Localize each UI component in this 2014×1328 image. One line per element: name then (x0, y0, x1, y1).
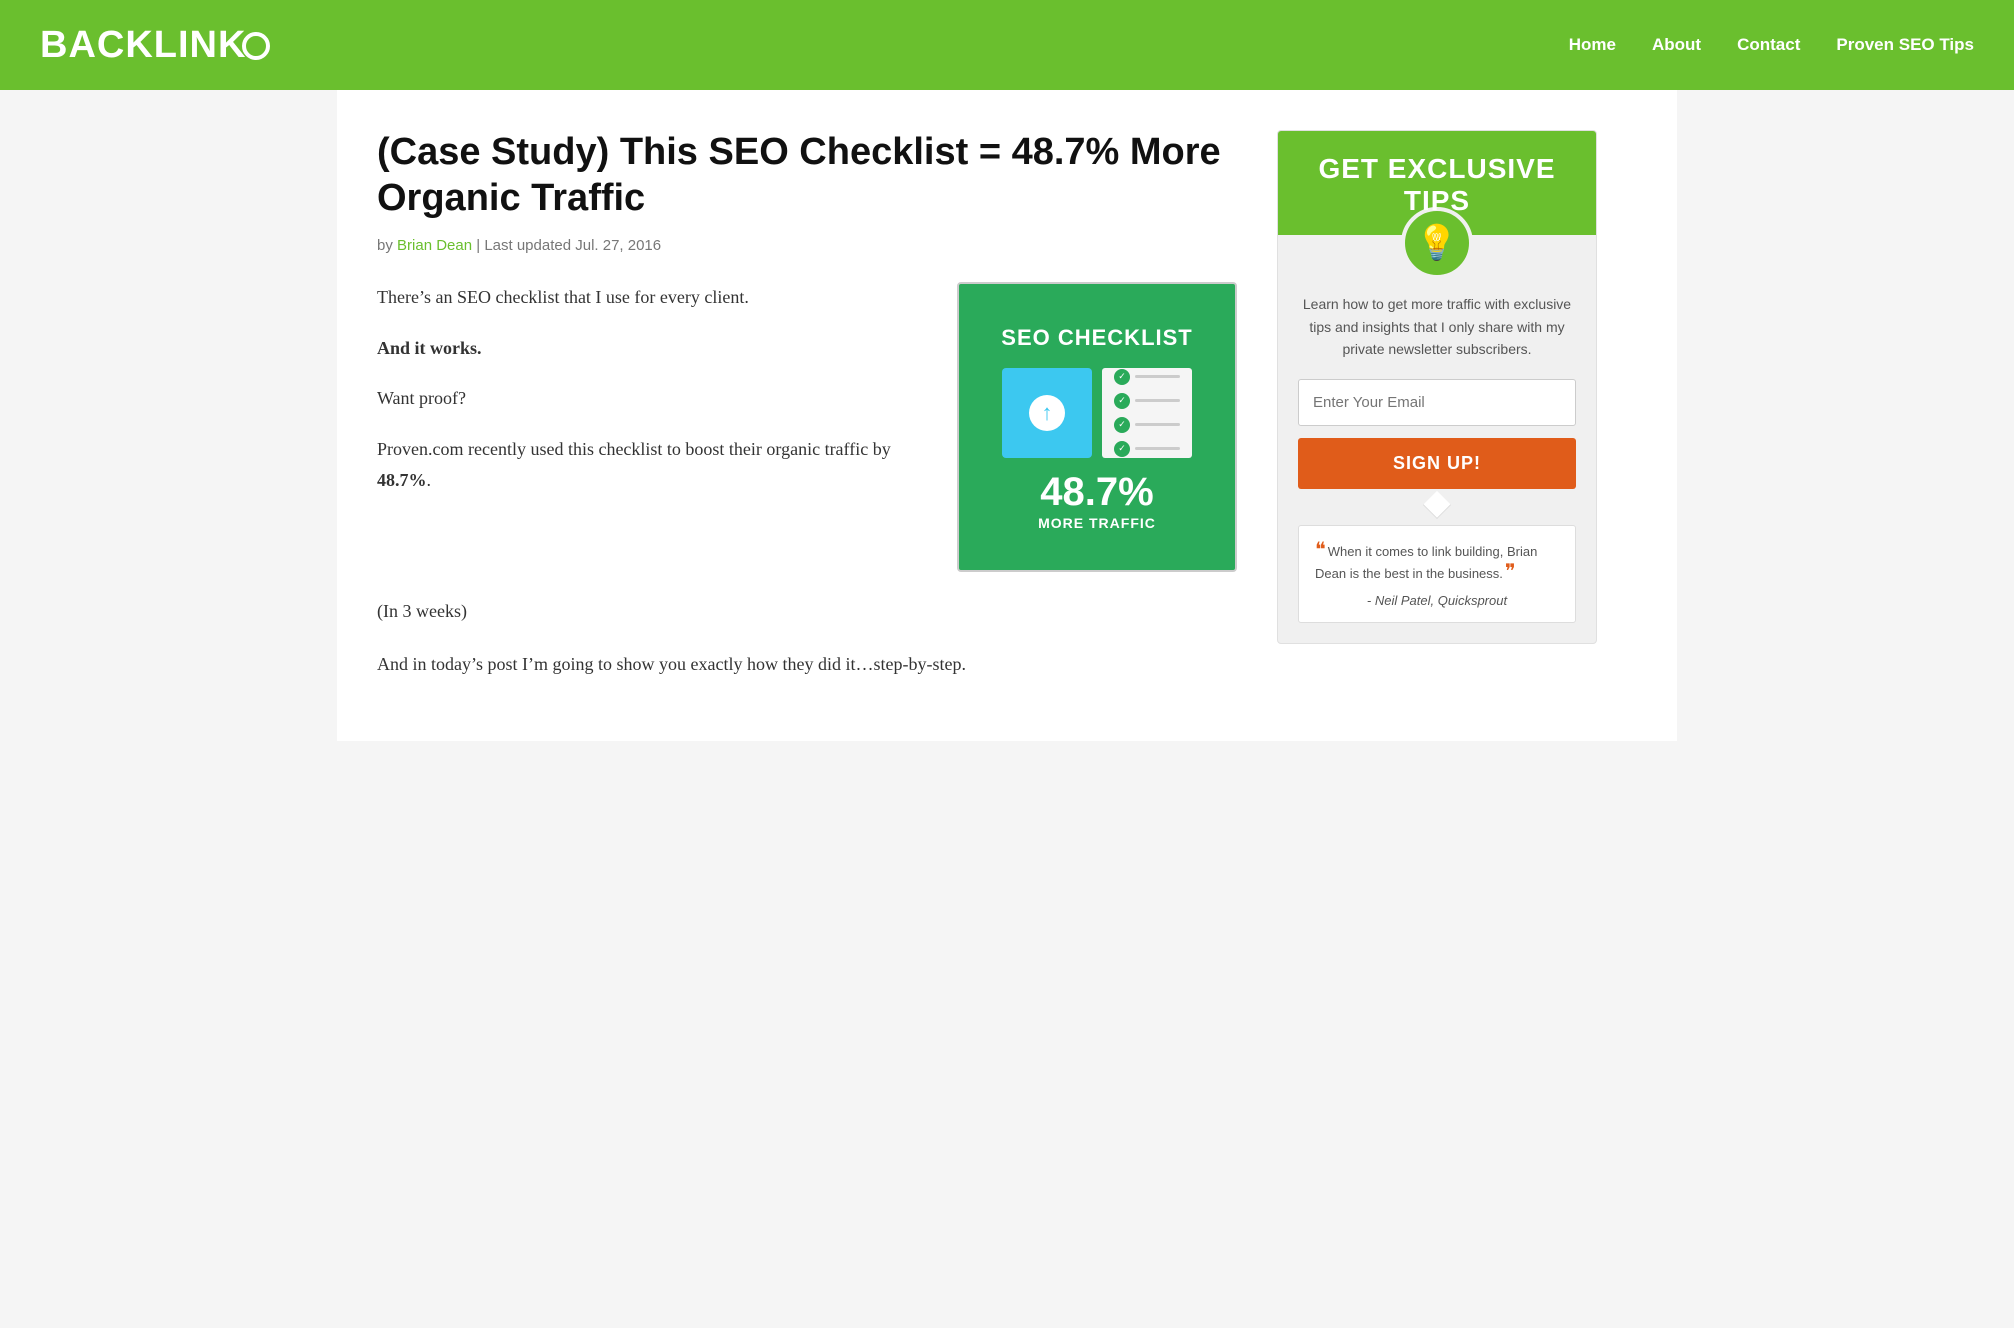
article-main: (Case Study) This SEO Checklist = 48.7% … (377, 130, 1237, 701)
nav-home[interactable]: Home (1569, 35, 1616, 55)
upload-box: ↑ (1002, 368, 1092, 458)
sidebar-widget: GET EXCLUSIVE TIPS 💡 Learn how to get mo… (1277, 130, 1597, 644)
article-intro-text: There’s an SEO checklist that I use for … (377, 282, 927, 515)
article-bold1: And it works. (377, 333, 927, 364)
main-nav: Home About Contact Proven SEO Tips (1569, 35, 1974, 55)
para3-prefix: Proven.com recently used this checklist … (377, 439, 891, 459)
testimonial-text: ❝When it comes to link building, Brian D… (1315, 540, 1559, 586)
bulb-icon: 💡 (1416, 223, 1458, 263)
meta-separator: | (476, 237, 480, 254)
logo-o-ring (242, 32, 270, 60)
site-header: BACKLINK Home About Contact Proven SEO T… (0, 0, 2014, 90)
checklist-line-1: ✓ (1114, 369, 1180, 385)
sidebar: GET EXCLUSIVE TIPS 💡 Learn how to get mo… (1277, 130, 1597, 701)
check-circle-icon: ✓ (1114, 369, 1130, 385)
email-input[interactable] (1298, 379, 1576, 426)
line-bar (1135, 423, 1180, 426)
widget-body: 💡 Learn how to get more traffic with exc… (1278, 207, 1596, 643)
para3-suffix: . (427, 470, 432, 490)
checklist-graphic: ↑ ✓ ✓ ✓ (1002, 368, 1192, 458)
widget-description: Learn how to get more traffic with exclu… (1298, 293, 1576, 360)
upload-arrow-icon: ↑ (1029, 395, 1065, 431)
article-title: (Case Study) This SEO Checklist = 48.7% … (377, 130, 1237, 221)
testimonial-box: ❝When it comes to link building, Brian D… (1298, 525, 1576, 624)
testimonial-tail (1423, 490, 1451, 518)
checklist-line-3: ✓ (1114, 417, 1180, 433)
article-para1: There’s an SEO checklist that I use for … (377, 282, 927, 313)
article-meta: by Brian Dean | Last updated Jul. 27, 20… (377, 237, 1237, 254)
check-circle-icon: ✓ (1114, 393, 1130, 409)
line-bar (1135, 375, 1180, 378)
check-circle-icon: ✓ (1114, 441, 1130, 457)
article-body: There’s an SEO checklist that I use for … (377, 282, 1237, 679)
line-bar (1135, 447, 1180, 450)
nav-proven-seo[interactable]: Proven SEO Tips (1836, 35, 1974, 55)
meta-by: by (377, 237, 393, 254)
seo-checklist-image: SEO CHECKLIST ↑ ✓ ✓ (957, 282, 1237, 572)
article-rest: (In 3 weeks) And in today’s post I’m goi… (377, 596, 1237, 679)
article-para2: Want proof? (377, 383, 927, 414)
check-circle-icon: ✓ (1114, 417, 1130, 433)
checklist-img-stat-label: MORE TRAFFIC (1038, 512, 1156, 536)
testimonial-author: - Neil Patel, Quicksprout (1315, 593, 1559, 608)
quote-open-icon: ❝ (1315, 539, 1326, 561)
nav-about[interactable]: About (1652, 35, 1701, 55)
checklist-img-title: SEO CHECKLIST (1001, 319, 1192, 356)
checklist-line-4: ✓ (1114, 441, 1180, 457)
nav-contact[interactable]: Contact (1737, 35, 1800, 55)
line-bar (1135, 399, 1180, 402)
bulb-icon-wrap: 💡 (1401, 207, 1473, 279)
meta-author[interactable]: Brian Dean (397, 237, 472, 254)
article-para3: Proven.com recently used this checklist … (377, 434, 927, 495)
checklist-lines: ✓ ✓ ✓ ✓ (1102, 368, 1192, 458)
signup-button[interactable]: SIGN UP! (1298, 438, 1576, 489)
site-logo[interactable]: BACKLINK (40, 24, 270, 67)
para3-bold: 48.7% (377, 470, 427, 490)
page-wrapper: (Case Study) This SEO Checklist = 48.7% … (337, 90, 1677, 741)
checklist-img-stat: 48.7% (1040, 472, 1153, 512)
logo-text: BACKLINK (40, 24, 246, 66)
article-para4: (In 3 weeks) (377, 596, 1237, 627)
meta-updated: Last updated Jul. 27, 2016 (484, 237, 661, 254)
checklist-line-2: ✓ (1114, 393, 1180, 409)
quote-close-icon: ❞ (1505, 561, 1516, 583)
article-para5: And in today’s post I’m going to show yo… (377, 649, 1237, 680)
article-intro-block: There’s an SEO checklist that I use for … (377, 282, 1237, 572)
